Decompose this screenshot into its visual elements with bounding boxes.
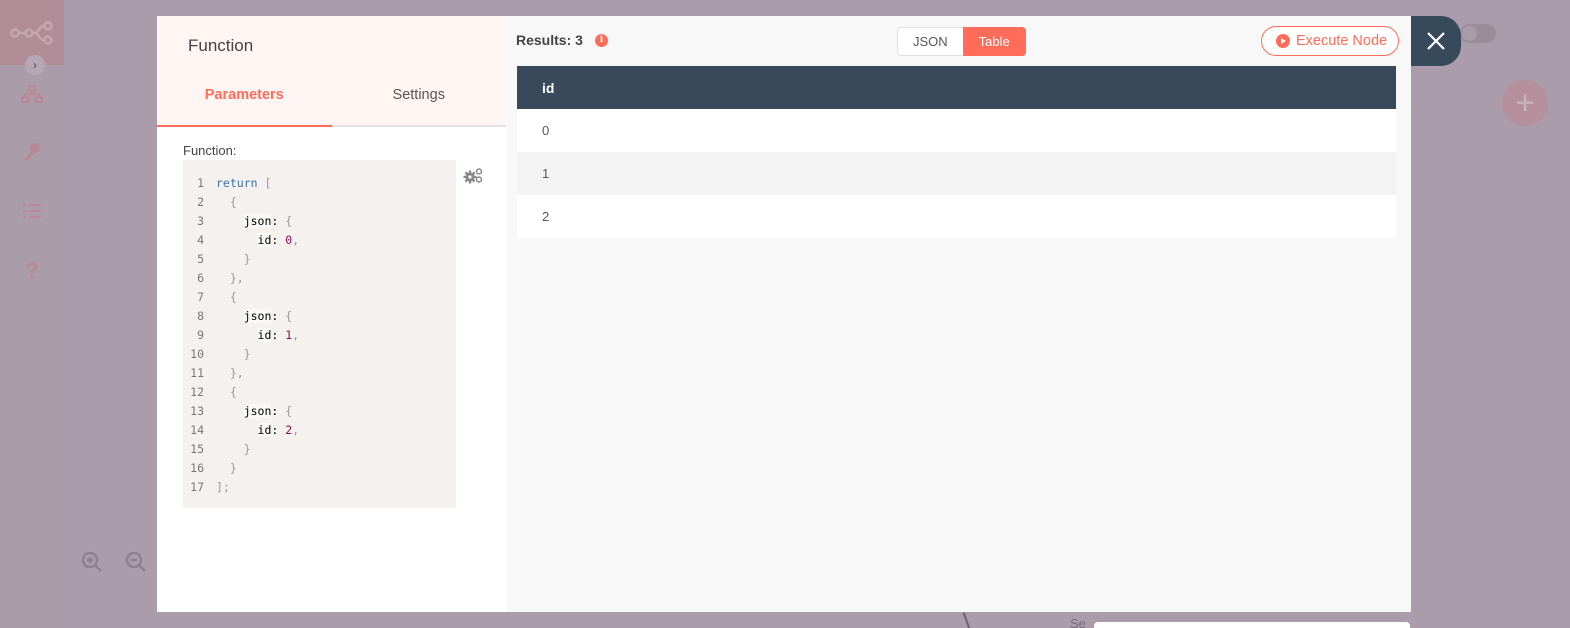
code-line: 6 }, [183, 269, 456, 288]
table-cell: 1 [517, 152, 1396, 195]
line-number: 9 [197, 328, 204, 342]
table-header-row: id [517, 66, 1396, 109]
line-number: 2 [197, 195, 204, 209]
executions-list-icon[interactable] [20, 199, 44, 223]
code-text: }, [229, 271, 244, 285]
code-line: 15 } [183, 440, 456, 459]
node-header: Function Parameters Settings [157, 16, 506, 127]
code-text: }, [229, 366, 244, 380]
code-text: { [229, 195, 237, 209]
code-line: 14 id: 2, [183, 421, 456, 440]
table-row: 0 [517, 109, 1396, 152]
workflow-active-toggle[interactable] [1460, 24, 1496, 43]
node-title[interactable]: Function [188, 36, 253, 56]
code-line: 12 { [183, 383, 456, 402]
info-icon[interactable]: i [594, 33, 608, 47]
code-text: { [229, 290, 237, 304]
node-tabs: Parameters Settings [157, 78, 506, 127]
results-count: Results: 3 i [516, 32, 608, 48]
play-icon [1276, 34, 1290, 48]
line-number: 11 [190, 366, 204, 380]
close-icon [1427, 32, 1445, 50]
code-line: 2 { [183, 193, 456, 212]
code-line: 10 } [183, 345, 456, 364]
code-line: 16 } [183, 459, 456, 478]
line-number: 8 [197, 309, 204, 323]
code-text: } [243, 252, 251, 266]
line-number: 7 [197, 290, 204, 304]
connection-line [962, 612, 972, 628]
line-number: 15 [190, 442, 204, 456]
logo-icon [10, 20, 53, 45]
line-number: 5 [197, 252, 204, 266]
node-details-modal: Function Parameters Settings Function: 1… [157, 16, 1411, 612]
line-number: 13 [190, 404, 204, 418]
code-line: 5 } [183, 250, 456, 269]
code-line: 7 { [183, 288, 456, 307]
tab-settings[interactable]: Settings [332, 78, 507, 125]
function-field-label: Function: [183, 143, 237, 158]
gear-icon[interactable] [463, 168, 483, 186]
tab-parameters[interactable]: Parameters [157, 78, 332, 127]
code-text: json: { [243, 214, 293, 228]
table-row: 1 [517, 152, 1396, 195]
code-text: ]; [216, 480, 230, 494]
line-number: 6 [197, 271, 204, 285]
code-line: 11 }, [183, 364, 456, 383]
code-text: id: 1, [257, 328, 300, 342]
code-line: 17]; [183, 478, 456, 497]
code-text: } [229, 461, 237, 475]
function-code-editor[interactable]: 1 return [2 {3 json: {4 id: 0, 5 } 6 }, 7 {8… [183, 160, 456, 508]
code-line: 3 json: { [183, 212, 456, 231]
code-line: 8 json: { [183, 307, 456, 326]
column-header: id [517, 66, 1396, 109]
line-number: 3 [197, 214, 204, 228]
expand-sidebar-button[interactable]: › [25, 55, 45, 75]
code-line: 1 return [ [183, 174, 456, 193]
line-number: 14 [190, 423, 204, 437]
table-cell: 0 [517, 109, 1396, 152]
line-number: 1 [197, 176, 204, 190]
table-body: 012 [517, 109, 1396, 238]
zoom-out-icon[interactable] [124, 550, 148, 574]
line-number: 16 [190, 461, 204, 475]
help-icon[interactable]: ? [20, 258, 44, 283]
execute-node-button[interactable]: Execute Node [1261, 26, 1400, 56]
line-number: 4 [197, 233, 204, 247]
credentials-key-icon[interactable] [20, 139, 44, 163]
output-view-toggle: JSON Table [897, 27, 1026, 56]
code-text: } [243, 442, 251, 456]
line-number: 12 [190, 385, 204, 399]
json-view-button[interactable]: JSON [897, 27, 963, 56]
table-row: 2 [517, 195, 1396, 238]
table-view-button[interactable]: Table [962, 27, 1026, 56]
code-text: { [229, 385, 237, 399]
sidebar: › ? [0, 0, 65, 628]
code-text: } [243, 347, 251, 361]
code-text: json: { [243, 404, 293, 418]
code-text: id: 0, [257, 233, 300, 247]
add-node-button[interactable]: + [1502, 80, 1548, 126]
zoom-in-icon[interactable] [80, 550, 104, 574]
line-number: 10 [190, 347, 204, 361]
code-line: 4 id: 0, [183, 231, 456, 250]
line-number: 17 [190, 480, 204, 494]
close-modal-button[interactable] [1411, 16, 1461, 66]
parameters-panel: Function Parameters Settings Function: 1… [157, 16, 506, 612]
code-line: 9 id: 1, [183, 326, 456, 345]
execute-node-label: Execute Node [1296, 33, 1388, 49]
code-text: return [ [216, 176, 272, 190]
code-text: id: 2, [257, 423, 300, 437]
code-text: json: { [243, 309, 293, 323]
results-label: Results: 3 [516, 32, 583, 48]
canvas-node-label: Se [1070, 616, 1086, 628]
workflow-icon[interactable] [20, 82, 44, 106]
canvas-node[interactable] [1094, 622, 1410, 628]
results-table: id 012 [517, 66, 1396, 238]
output-panel: Results: 3 i JSON Table Execute Node id … [506, 16, 1411, 612]
code-line: 13 json: { [183, 402, 456, 421]
table-cell: 2 [517, 195, 1396, 238]
